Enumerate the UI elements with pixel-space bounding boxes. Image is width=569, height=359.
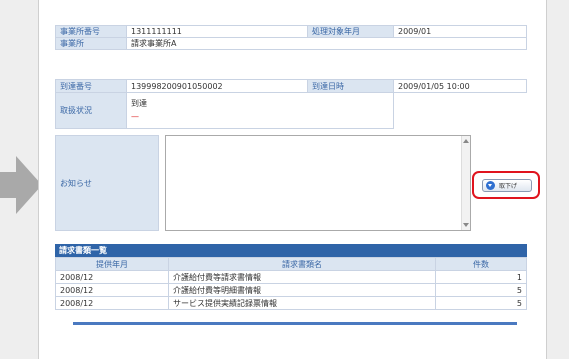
arrival-info-table: 到達番号 1399982009010500​02 到達日時 2009/01/05… bbox=[55, 79, 527, 129]
notice-label: お知らせ bbox=[55, 135, 159, 231]
status-label: 取扱状況 bbox=[55, 92, 127, 129]
notice-scrollbar[interactable] bbox=[461, 136, 470, 230]
invoice-list-title: 請求書類一覧 bbox=[55, 244, 527, 257]
withdraw-button-label: 取下げ bbox=[499, 183, 518, 190]
office-info-table: 事業所番号 1311111111 処理対象年月 2009/01 事業所 請求事業… bbox=[55, 25, 527, 50]
download-icon bbox=[486, 181, 495, 190]
bottom-divider bbox=[73, 322, 517, 325]
withdraw-button[interactable]: 取下げ bbox=[482, 179, 532, 192]
notice-row: お知らせ bbox=[55, 135, 527, 231]
row-month: 2008/12 bbox=[55, 296, 169, 310]
col-provided-month: 提供年月 bbox=[55, 257, 169, 271]
scroll-down-icon[interactable] bbox=[463, 223, 469, 227]
office-no-value: 1311111111 bbox=[126, 25, 308, 38]
row-month: 2008/12 bbox=[55, 270, 169, 284]
status-text: 到達 bbox=[131, 99, 147, 108]
row-document: 介護給付費等請求書情報 bbox=[168, 270, 436, 284]
row-month: 2008/12 bbox=[55, 283, 169, 297]
claim-detail-panel: 事業所番号 1311111111 処理対象年月 2009/01 事業所 請求事業… bbox=[38, 0, 547, 359]
period-value: 2009/01 bbox=[393, 25, 527, 38]
arrival-no-value: 1399982009010500​02 bbox=[126, 79, 308, 93]
withdraw-button-highlight: 取下げ bbox=[472, 171, 540, 199]
office-label: 事業所 bbox=[55, 37, 127, 50]
scroll-up-icon[interactable] bbox=[463, 139, 469, 143]
office-value: 請求事業所A bbox=[126, 37, 527, 50]
notice-textarea[interactable] bbox=[165, 135, 471, 231]
row-document: サービス提供実績記録票情報 bbox=[168, 296, 436, 310]
office-no-label: 事業所番号 bbox=[55, 25, 127, 38]
table-row: 2008/12 介護給付費等明細書情報 5 bbox=[55, 283, 527, 297]
pointer-arrow-icon bbox=[0, 156, 42, 214]
status-sub-text: — bbox=[131, 112, 139, 121]
row-count: 5 bbox=[435, 296, 527, 310]
col-document-name: 請求書類名 bbox=[168, 257, 436, 271]
arrival-datetime-value: 2009/01/05 10:00 bbox=[393, 79, 527, 93]
row-count: 5 bbox=[435, 283, 527, 297]
col-count: 件数 bbox=[435, 257, 527, 271]
status-value: 到達 — bbox=[126, 92, 394, 129]
arrival-no-label: 到達番号 bbox=[55, 79, 127, 93]
row-document: 介護給付費等明細書情報 bbox=[168, 283, 436, 297]
table-row: 2008/12 介護給付費等請求書情報 1 bbox=[55, 270, 527, 284]
arrival-datetime-label: 到達日時 bbox=[307, 79, 394, 93]
row-count: 1 bbox=[435, 270, 527, 284]
table-row: 2008/12 サービス提供実績記録票情報 5 bbox=[55, 296, 527, 310]
period-label: 処理対象年月 bbox=[307, 25, 394, 38]
invoice-list-table: 提供年月 請求書類名 件数 2008/12 介護給付費等請求書情報 1 2008… bbox=[55, 257, 527, 310]
